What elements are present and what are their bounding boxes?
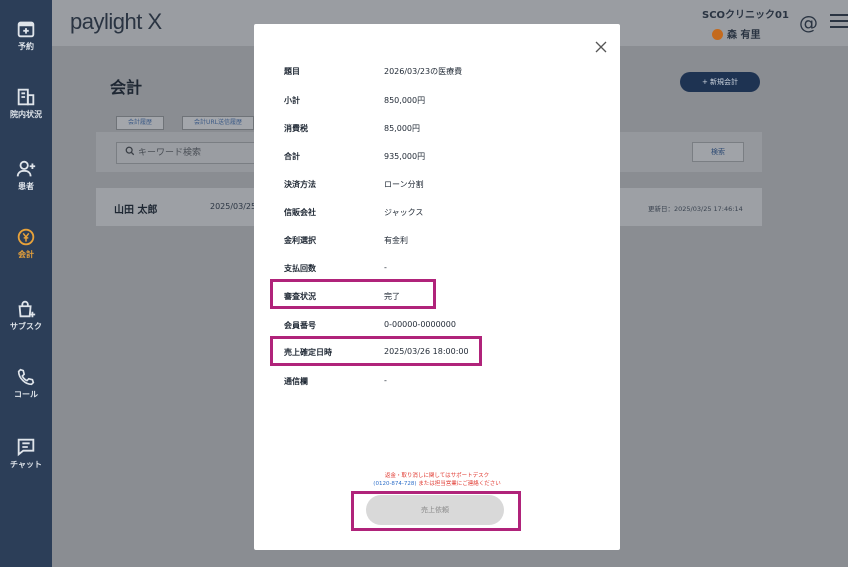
user-menu[interactable]: 森 有里 [712,26,760,41]
person-add-icon [16,160,36,177]
detail-row-notes: 通信欄 - [254,374,620,390]
detail-value: ジャックス [384,208,424,217]
detail-row-installments: 支払回数 - [254,261,620,277]
detail-value: 935,000円 [384,152,426,161]
app-logo: paylight X [70,9,162,34]
page-title: 会計 [110,78,143,97]
search-placeholder: キーワード検索 [138,148,202,158]
detail-row-title: 題目 2026/03/23の医療費 [254,64,620,80]
detail-value: 有金利 [384,236,408,245]
bag-plus-icon [18,300,36,318]
clinic-name[interactable]: SCOクリニック01 [702,6,789,21]
search-input[interactable]: キーワード検索 [116,142,256,164]
hamburger-menu-icon[interactable] [830,14,848,28]
detail-label: 小計 [284,96,300,105]
patient-name: 山田 太郎 [114,205,158,216]
detail-label: 決済方法 [284,180,316,189]
detail-label: 信販会社 [284,208,316,217]
detail-label: 通信欄 [284,377,308,386]
sidebar-item-label: コール [14,390,38,399]
highlight-review-status [270,279,436,309]
tab-accounting-history[interactable]: 会計履歴 [116,116,164,130]
record-updated: 更新日：2025/03/25 17:46:14 [648,205,743,213]
sidebar-item-accounting[interactable]: 会計 [0,226,52,260]
detail-value: - [384,263,387,272]
sidebar-item-label: 予約 [18,42,34,51]
accounting-detail-modal: 題目 2026/03/23の医療費 小計 850,000円 消費税 85,000… [254,24,620,550]
detail-value: 850,000円 [384,96,426,105]
sidebar-item-call[interactable]: コール [0,366,52,400]
detail-value: ローン分割 [384,180,424,189]
at-icon[interactable]: @ [799,12,818,34]
detail-row-tax: 消費税 85,000円 [254,121,620,137]
detail-row-credit-company: 信販会社 ジャックス [254,205,620,221]
record-date: 2025/03/25 [210,202,257,211]
sidebar-item-patients[interactable]: 患者 [0,158,52,192]
sidebar-item-subscription[interactable]: サブスク [0,298,52,332]
highlight-sales-confirmed-at [270,336,482,366]
notice-line1: 返金・取り消しに関してはサポートデスク [384,473,490,479]
detail-row-total: 合計 935,000円 [254,149,620,165]
close-icon[interactable] [594,40,608,54]
detail-value: - [384,376,387,385]
detail-label: 消費税 [284,124,308,133]
sidebar-item-label: チャット [10,460,42,469]
detail-row-member-number: 会員番号 0-00000-0000000 [254,318,620,334]
support-phone: (0120-874-728) [373,481,417,487]
calendar-plus-icon [17,21,35,38]
detail-label: 会員番号 [284,321,316,330]
detail-row-payment-method: 決済方法 ローン分割 [254,177,620,193]
building-icon [17,88,35,106]
sales-request-button[interactable]: 売上依頼 [366,495,504,525]
detail-label: 題目 [284,67,300,76]
yen-icon [17,228,35,246]
notice-line2: または担当営業にご連絡ください [416,481,501,487]
sidebar-item-label: サブスク [10,322,42,331]
detail-value: 85,000円 [384,124,420,133]
detail-label: 金利選択 [284,236,316,245]
detail-label: 合計 [284,152,300,161]
search-button[interactable]: 検索 [692,142,744,162]
search-icon [125,146,135,156]
sidebar: 予約 院内状況 患者 会計 サブスク コール チャット [0,0,52,567]
detail-row-interest: 金利選択 有金利 [254,233,620,249]
sidebar-item-label: 会計 [18,250,34,259]
detail-row-subtotal: 小計 850,000円 [254,93,620,109]
user-name: 森 有里 [727,30,761,41]
sidebar-item-chat[interactable]: チャット [0,436,52,470]
sidebar-item-label: 院内状況 [10,110,42,119]
refund-notice: 返金・取り消しに関してはサポートデスク (0120-874-728) または担当… [254,472,620,488]
new-accounting-button[interactable]: + 新規会計 [680,72,760,92]
sidebar-item-reservation[interactable]: 予約 [0,18,52,52]
tab-url-send-history[interactable]: 会計URL送信履歴 [182,116,254,130]
phone-icon [17,368,35,386]
sidebar-item-clinic-status[interactable]: 院内状況 [0,86,52,120]
detail-value: 0-00000-0000000 [384,320,456,329]
detail-value: 2026/03/23の医療費 [384,67,463,76]
detail-label: 支払回数 [284,264,316,273]
avatar [712,29,723,40]
chat-icon [17,438,35,457]
sidebar-item-label: 患者 [18,182,34,191]
